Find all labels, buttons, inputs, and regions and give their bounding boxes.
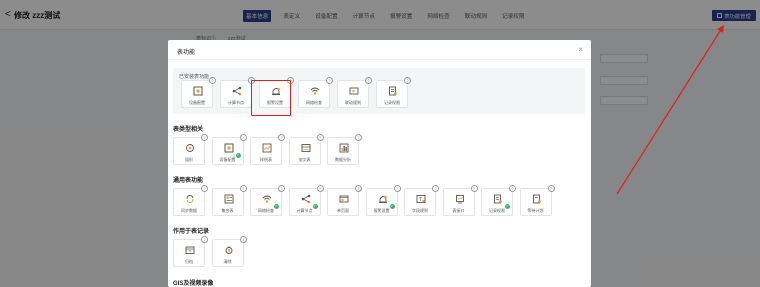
annotation-arrow: [616, 24, 724, 195]
